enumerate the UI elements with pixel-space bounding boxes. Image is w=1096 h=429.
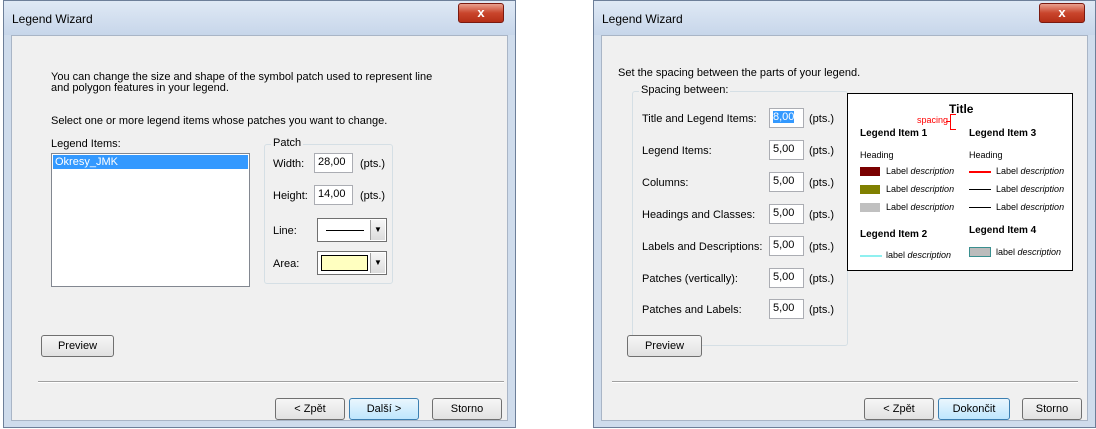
preview-label-row: Label description <box>996 166 1065 176</box>
instruction-text: Select one or more legend items whose pa… <box>51 115 388 127</box>
height-field[interactable]: 14,00 <box>314 185 353 205</box>
window-title: Legend Wizard <box>12 12 93 26</box>
preview-legend-item-2: Legend Item 2 <box>860 229 928 240</box>
spacing-label-labels-descriptions: Labels and Descriptions: <box>642 241 763 253</box>
preview-legend-item-4: Legend Item 4 <box>969 225 1037 236</box>
spacing-field-labels-descriptions[interactable]: 5,00 <box>769 236 804 256</box>
patch-gray-outlined <box>969 247 991 257</box>
finish-button[interactable]: Dokončit <box>938 398 1010 420</box>
separator <box>38 381 504 383</box>
preview-label-row: Label description <box>886 166 955 176</box>
patch-olive <box>860 185 880 194</box>
patch-dark-red <box>860 167 880 176</box>
units-label: (pts.) <box>809 113 835 125</box>
preview-legend-item-3: Legend Item 3 <box>969 128 1037 139</box>
line-cyan <box>860 255 882 257</box>
dialog-body: You can change the size and shape of the… <box>11 35 508 421</box>
width-label: Width: <box>273 158 305 170</box>
preview-label-row: Label description <box>886 202 955 212</box>
preview-heading: Heading <box>969 150 1003 160</box>
line-thin-black <box>969 189 991 190</box>
legend-wizard-window-spacing: Legend Wizard x Set the spacing between … <box>593 0 1096 428</box>
units-label: (pts.) <box>809 209 835 221</box>
line-red <box>969 171 991 173</box>
legend-items-list[interactable]: Okresy_JMK <box>51 153 250 287</box>
height-units: (pts.) <box>360 190 386 202</box>
preview-legend-item-1: Legend Item 1 <box>860 128 928 139</box>
legend-preview: Title spacing Legend Item 1 Legend Item … <box>847 93 1073 271</box>
line-label: Line: <box>273 225 297 237</box>
spacing-label-headings-classes: Headings and Classes: <box>642 209 756 221</box>
preview-label-row: Label description <box>996 202 1065 212</box>
units-label: (pts.) <box>809 273 835 285</box>
preview-label-row: label description <box>996 247 1062 257</box>
legend-items-label: Legend Items: <box>51 138 121 150</box>
spacing-label-patches-vertically: Patches (vertically): <box>642 273 738 285</box>
spacing-field-headings-classes[interactable]: 5,00 <box>769 204 804 224</box>
intro-text: Set the spacing between the parts of you… <box>618 67 861 79</box>
patch-gray <box>860 203 880 212</box>
line-sample <box>326 230 364 231</box>
spacing-marker <box>950 114 951 130</box>
preview-heading: Heading <box>860 150 894 160</box>
area-color-dropdown[interactable]: ▼ <box>317 251 387 275</box>
spacing-field-columns[interactable]: 5,00 <box>769 172 804 192</box>
spacing-label-columns: Columns: <box>642 177 689 189</box>
spacing-field-patches-vertically[interactable]: 5,00 <box>769 268 804 288</box>
spacing-field-legend-items[interactable]: 5,00 <box>769 140 804 160</box>
chevron-down-icon[interactable]: ▼ <box>370 220 385 240</box>
spacing-label-title-items: Title and Legend Items: <box>642 113 757 125</box>
spacing-group-label: Spacing between: <box>639 84 731 96</box>
units-label: (pts.) <box>809 241 835 253</box>
line-style-dropdown[interactable]: ▼ <box>317 218 387 242</box>
legend-wizard-window-patch: Legend Wizard x You can change the size … <box>3 0 516 428</box>
preview-label-row: Label description <box>886 184 955 194</box>
width-field[interactable]: 28,00 <box>314 153 353 173</box>
back-button[interactable]: < Zpět <box>275 398 345 420</box>
units-label: (pts.) <box>809 145 835 157</box>
back-button[interactable]: < Zpět <box>864 398 934 420</box>
title-bar: Legend Wizard x <box>594 1 1095 35</box>
separator <box>612 381 1078 383</box>
close-button[interactable]: x <box>1039 3 1085 23</box>
spacing-label-legend-items: Legend Items: <box>642 145 712 157</box>
window-title: Legend Wizard <box>602 12 683 26</box>
spacing-field-patches-labels[interactable]: 5,00 <box>769 299 804 319</box>
width-units: (pts.) <box>360 158 386 170</box>
intro-text: You can change the size and shape of the… <box>51 71 433 94</box>
list-item[interactable]: Okresy_JMK <box>53 155 248 169</box>
spacing-label-patches-labels: Patches and Labels: <box>642 304 742 316</box>
area-color-swatch <box>321 255 368 271</box>
chevron-down-icon[interactable]: ▼ <box>370 253 385 273</box>
spacing-marker <box>950 114 956 115</box>
area-label: Area: <box>273 258 300 270</box>
close-button[interactable]: x <box>458 3 504 23</box>
preview-spacing-label: spacing <box>917 115 949 125</box>
title-bar: Legend Wizard x <box>4 1 515 35</box>
cancel-button[interactable]: Storno <box>432 398 502 420</box>
dialog-body: Set the spacing between the parts of you… <box>601 35 1088 421</box>
patch-group-label: Patch <box>271 137 304 149</box>
preview-button[interactable]: Preview <box>627 335 702 357</box>
next-button[interactable]: Další > <box>349 398 419 420</box>
preview-label-row: Label description <box>996 184 1065 194</box>
preview-label-row: label description <box>886 250 952 260</box>
spacing-field-title-items[interactable]: 8,00 <box>769 108 804 128</box>
line-black <box>969 207 991 208</box>
spacing-marker <box>950 129 956 130</box>
cancel-button[interactable]: Storno <box>1022 398 1082 420</box>
preview-button[interactable]: Preview <box>41 335 114 357</box>
units-label: (pts.) <box>809 177 835 189</box>
height-label: Height: <box>273 190 308 202</box>
units-label: (pts.) <box>809 304 835 316</box>
